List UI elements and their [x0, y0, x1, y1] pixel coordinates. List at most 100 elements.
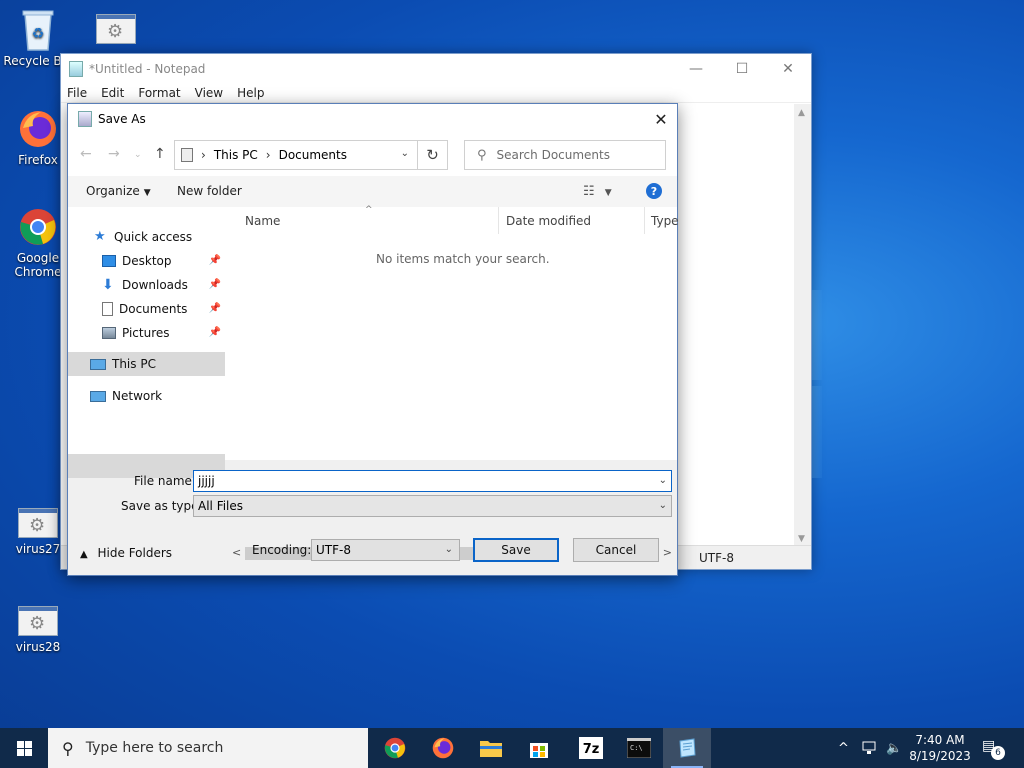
- taskbar-chrome[interactable]: [371, 728, 419, 768]
- volume-icon[interactable]: 🔈: [886, 728, 902, 768]
- taskbar-notepad[interactable]: [663, 728, 711, 768]
- recent-locations-chevron-icon[interactable]: ⌄: [134, 150, 142, 160]
- pictures-icon: [102, 327, 116, 339]
- this-pc-icon: [181, 148, 193, 162]
- taskbar-7zip[interactable]: 7z: [567, 728, 615, 768]
- chevron-down-icon: ⌄: [444, 544, 453, 555]
- pin-icon: 📌: [208, 279, 221, 290]
- help-icon[interactable]: ?: [646, 183, 662, 199]
- menu-format[interactable]: Format: [138, 86, 180, 100]
- notepad-vertical-scrollbar[interactable]: ▲ ▼: [794, 104, 811, 548]
- start-button[interactable]: [0, 728, 48, 768]
- desktop-icon-label: virus28: [15, 640, 61, 654]
- search-placeholder: Search Documents: [496, 148, 610, 162]
- chevron-down-icon[interactable]: ⌄: [659, 475, 667, 486]
- clock-date: 8/19/2023: [909, 749, 971, 763]
- notepad-menubar: File Edit Format View Help: [61, 83, 811, 103]
- dialog-toolbar: Organize ▼ New folder ☷ ▼ ?: [68, 176, 677, 207]
- menu-view[interactable]: View: [195, 86, 223, 100]
- chrome-icon: [384, 737, 406, 759]
- file-name-input[interactable]: jjjjj ⌄: [193, 470, 672, 492]
- desktop-icon-exe[interactable]: ⚙: [78, 8, 154, 48]
- dialog-icon: [78, 111, 92, 127]
- gear-icon: ⚙: [29, 613, 46, 634]
- taskbar-store[interactable]: [515, 728, 563, 768]
- menu-help[interactable]: Help: [237, 86, 264, 100]
- taskbar-file-explorer[interactable]: [467, 728, 515, 768]
- nav-quick-access[interactable]: ★ Quick access: [68, 225, 225, 249]
- application-icon: ⚙: [96, 14, 136, 44]
- nav-this-pc[interactable]: This PC: [68, 352, 225, 376]
- notepad-title: *Untitled - Notepad: [89, 61, 206, 76]
- breadcrumb-documents[interactable]: Documents: [279, 148, 347, 162]
- desktop-icon-virus28[interactable]: ⚙ virus28: [0, 600, 76, 654]
- caret-down-icon: ▼: [143, 188, 151, 198]
- menu-file[interactable]: File: [67, 86, 87, 100]
- file-name-label: File name:: [134, 474, 196, 488]
- save-as-type-label: Save as type:: [121, 499, 203, 513]
- close-button[interactable]: ✕: [765, 54, 811, 83]
- breadcrumb-separator-icon: ›: [265, 148, 271, 162]
- search-input[interactable]: ⚲ Search Documents: [464, 140, 666, 170]
- 7zip-icon: 7z: [579, 737, 603, 759]
- nav-pictures[interactable]: Pictures 📌: [68, 321, 225, 345]
- save-button[interactable]: Save: [473, 538, 559, 562]
- up-arrow-icon[interactable]: ↑: [154, 146, 166, 162]
- scroll-right-icon[interactable]: >: [663, 546, 672, 559]
- nav-downloads[interactable]: ⬇ Downloads 📌: [68, 273, 225, 297]
- taskbar-terminal[interactable]: C:\: [615, 728, 663, 768]
- computer-icon: [90, 358, 106, 370]
- chevron-down-icon[interactable]: ⌄: [401, 148, 409, 159]
- chevron-down-icon: ⌄: [658, 500, 667, 511]
- application-icon: ⚙: [18, 508, 58, 538]
- hide-folders-button[interactable]: ▲ Hide Folders: [80, 546, 172, 560]
- application-icon: ⚙: [18, 606, 58, 636]
- gear-icon: ⚙: [107, 21, 124, 42]
- nav-desktop[interactable]: Desktop 📌: [68, 249, 225, 273]
- desktop-glow: [812, 290, 822, 380]
- chevron-up-icon: ▲: [80, 549, 88, 560]
- menu-edit[interactable]: Edit: [101, 86, 124, 100]
- chrome-icon: [17, 206, 59, 248]
- breadcrumb-this-pc[interactable]: This PC: [214, 148, 258, 162]
- new-folder-button[interactable]: New folder: [177, 184, 242, 198]
- save-as-type-select[interactable]: All Files ⌄: [193, 495, 672, 517]
- taskbar-search-placeholder: Type here to search: [85, 740, 224, 756]
- taskbar: ⚲ Type here to search 7z C:\ ^ 🔈 7:40 AM…: [0, 728, 1024, 768]
- pin-icon: 📌: [208, 303, 221, 314]
- forward-arrow-icon[interactable]: →: [108, 146, 120, 162]
- navigation-bar: ← → ⌄ ↑ › This PC › Documents ⌄ ↻ ⚲ Sear…: [68, 134, 677, 176]
- cancel-button[interactable]: Cancel: [573, 538, 659, 562]
- minimize-button[interactable]: —: [673, 54, 719, 83]
- nav-documents[interactable]: Documents 📌: [68, 297, 225, 321]
- organize-button[interactable]: Organize ▼: [86, 184, 151, 198]
- column-header-date-modified[interactable]: Date modified: [500, 207, 645, 234]
- address-bar[interactable]: › This PC › Documents ⌄: [174, 140, 418, 170]
- tray-show-hidden-icon[interactable]: ^: [838, 728, 849, 768]
- taskbar-firefox[interactable]: [419, 728, 467, 768]
- dialog-titlebar: Save As: [68, 104, 677, 134]
- download-arrow-icon: ⬇: [102, 277, 114, 293]
- dialog-close-button[interactable]: ✕: [645, 104, 677, 134]
- taskbar-search-box[interactable]: ⚲ Type here to search: [48, 728, 368, 768]
- recycle-bin-icon: ♻: [17, 8, 59, 51]
- search-icon: ⚲: [62, 738, 74, 758]
- search-icon: ⚲: [477, 147, 487, 163]
- refresh-button[interactable]: ↻: [418, 140, 448, 170]
- store-icon: [530, 743, 548, 758]
- gear-icon: ⚙: [29, 515, 46, 536]
- maximize-button[interactable]: ☐: [719, 54, 765, 83]
- network-icon: [90, 390, 106, 402]
- encoding-select[interactable]: UTF-8 ⌄: [311, 539, 460, 561]
- network-tray-icon[interactable]: [862, 728, 880, 768]
- folder-icon: [480, 741, 502, 757]
- view-options-button[interactable]: ☷ ▼: [583, 184, 612, 199]
- notepad-icon: [69, 60, 83, 77]
- taskbar-clock[interactable]: 7:40 AM 8/19/2023: [908, 732, 972, 764]
- nav-network[interactable]: Network: [68, 384, 225, 408]
- back-arrow-icon[interactable]: ←: [80, 146, 92, 162]
- notification-center-icon[interactable]: ▤ 6: [982, 738, 1005, 760]
- empty-message: No items match your search.: [376, 252, 550, 266]
- column-header-type[interactable]: Type: [645, 207, 679, 234]
- scroll-left-icon[interactable]: <: [232, 546, 241, 559]
